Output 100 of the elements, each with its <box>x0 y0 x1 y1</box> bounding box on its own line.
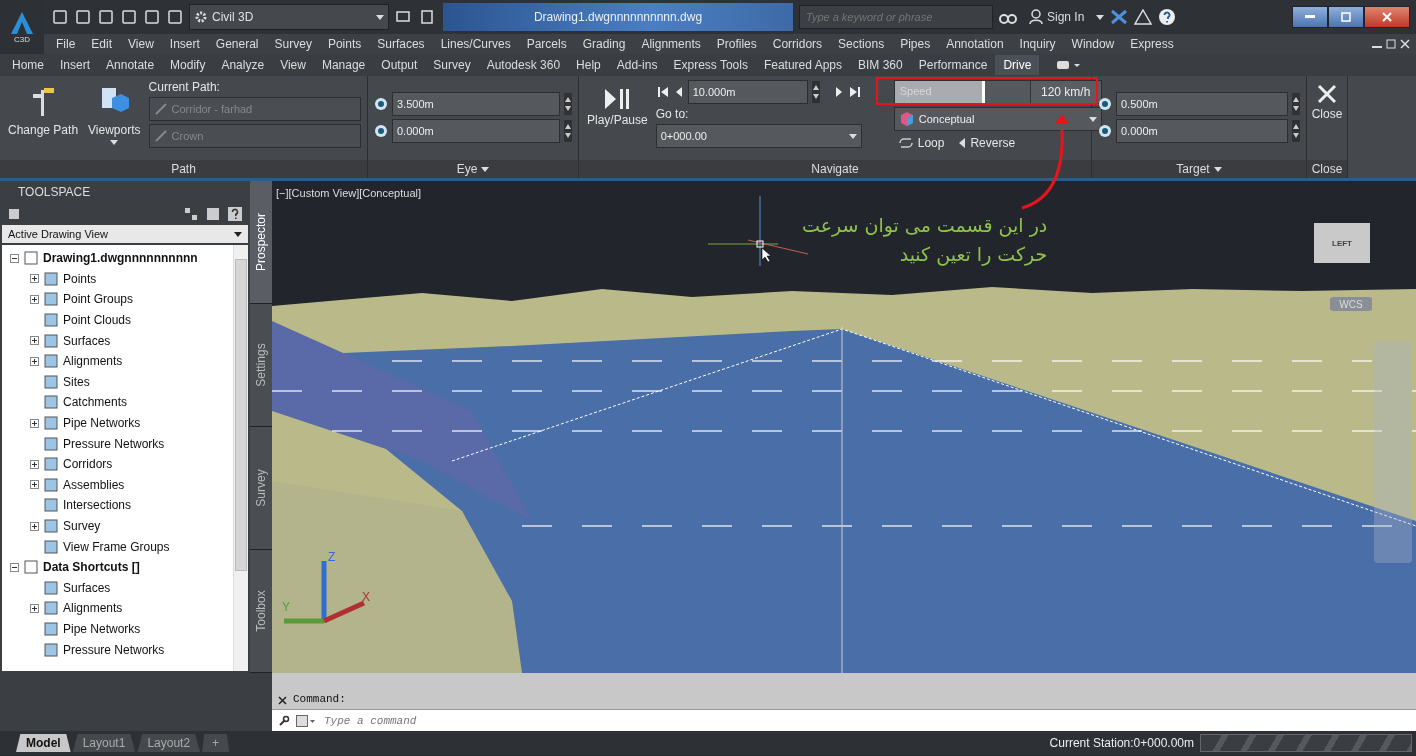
tree-item[interactable]: Sites <box>63 371 90 393</box>
ribbon-tab[interactable]: Output <box>373 55 426 75</box>
tree-item[interactable]: Data Shortcuts [] <box>43 556 140 578</box>
tree-item[interactable]: View Frame Groups <box>63 536 170 557</box>
sign-in-button[interactable]: Sign In <box>1023 8 1091 26</box>
close-icon[interactable] <box>1364 6 1410 28</box>
tree-item[interactable]: Surfaces <box>63 330 111 351</box>
ribbon-tab[interactable]: View <box>272 55 314 75</box>
panel-title[interactable]: Eye <box>368 160 578 178</box>
visual-style-dropdown[interactable]: Conceptual <box>893 107 1102 131</box>
eye-field[interactable]: 3.500m <box>392 92 560 116</box>
tree-item[interactable]: Pipe Networks <box>63 618 141 640</box>
workspace-dropdown[interactable]: Civil 3D <box>189 4 389 30</box>
expander-icon[interactable] <box>30 480 39 490</box>
exchange-icon[interactable] <box>1110 9 1129 25</box>
tree-item[interactable]: Pressure Networks <box>63 639 165 660</box>
tree-item[interactable]: Alignments <box>63 350 123 372</box>
tree-item[interactable]: Pipe Networks <box>63 412 141 434</box>
menu-item[interactable]: Surfaces <box>369 37 433 51</box>
ribbon-tab[interactable]: Drive <box>995 55 1040 75</box>
spinner-arrows-icon[interactable] <box>564 93 572 115</box>
ribbon-tab[interactable]: Insert <box>52 55 99 75</box>
layout-tab[interactable]: Layout2 <box>137 734 201 752</box>
spinner-arrows-icon[interactable] <box>564 120 572 142</box>
wrench-icon[interactable] <box>278 714 290 727</box>
side-tab[interactable]: Settings <box>250 304 272 427</box>
tree-item[interactable]: Alignments <box>63 598 123 619</box>
viewports-button[interactable]: Viewports <box>86 80 143 156</box>
tree-item[interactable]: Survey <box>63 515 101 537</box>
change-path-button[interactable]: Change Path <box>6 80 81 156</box>
side-tab[interactable]: Toolbox <box>250 550 272 673</box>
expander-icon[interactable] <box>10 562 19 572</box>
ribbon-tab[interactable]: Performance <box>910 55 996 75</box>
ribbon-tab[interactable]: Manage <box>313 55 374 75</box>
ribbon-tab[interactable]: Featured Apps <box>755 55 850 75</box>
layout-tab[interactable]: Layout1 <box>72 734 136 752</box>
tree-item[interactable]: Pressure Networks <box>63 433 165 454</box>
menu-item[interactable]: Survey <box>266 37 320 51</box>
close-button[interactable]: Close <box>1309 80 1345 156</box>
panel-title[interactable]: Target <box>1092 160 1306 178</box>
prompt-icon[interactable] <box>296 714 316 727</box>
spinner-arrows-icon[interactable] <box>811 81 820 103</box>
side-tab[interactable]: Survey <box>250 427 272 550</box>
spinner-arrows-icon[interactable] <box>1292 120 1300 142</box>
ribbon-tab[interactable]: Survey <box>425 55 479 75</box>
ribbon-tab[interactable]: Analyze <box>213 55 273 75</box>
expander-icon[interactable] <box>30 521 39 531</box>
tree-item[interactable]: Drawing1.dwgnnnnnnnnnn <box>43 248 198 269</box>
layout-tab[interactable]: + <box>202 734 230 752</box>
spinner-arrows-icon[interactable] <box>1292 93 1300 115</box>
help-icon[interactable] <box>228 207 242 221</box>
scrollbar[interactable] <box>233 245 248 671</box>
panel-toggle-icon[interactable] <box>1057 60 1082 70</box>
menu-item[interactable]: Lines/Curves <box>432 37 519 51</box>
eye-field[interactable]: 0.000m <box>392 119 560 143</box>
tree-item[interactable]: Surfaces <box>63 577 111 599</box>
step-field[interactable]: 10.000m <box>687 80 808 104</box>
view-dropdown[interactable]: Active Drawing View <box>2 225 248 243</box>
ribbon-tab[interactable]: Home <box>4 55 52 75</box>
expander-icon[interactable] <box>30 418 39 428</box>
skip-start-icon[interactable] <box>655 85 670 99</box>
expander-icon[interactable] <box>30 336 39 346</box>
help-icon[interactable] <box>1158 8 1177 26</box>
ribbon-tab[interactable]: BIM 360 <box>850 55 911 75</box>
play-pause-button[interactable]: Play/Pause <box>585 80 650 156</box>
expander-icon[interactable] <box>10 253 19 263</box>
menu-item[interactable]: Profiles <box>708 37 765 51</box>
tree-item[interactable]: Points <box>63 268 97 290</box>
menu-item[interactable]: Edit <box>83 37 121 51</box>
ribbon-tab[interactable]: Express Tools <box>665 55 756 75</box>
reverse-button[interactable]: Reverse <box>958 136 1016 150</box>
expander-icon[interactable] <box>30 356 39 366</box>
skip-end-icon[interactable] <box>847 85 862 99</box>
expander-icon[interactable] <box>30 459 39 469</box>
application-menu-button[interactable]: C3D <box>0 0 44 54</box>
target-field[interactable]: 0.500m <box>1116 92 1288 116</box>
loop-button[interactable]: Loop <box>897 136 945 150</box>
restore-icon[interactable] <box>1328 6 1364 28</box>
menu-item[interactable]: View <box>120 37 162 51</box>
hierarchy-icon[interactable] <box>184 207 198 221</box>
ribbon-tab[interactable]: Autodesk 360 <box>478 55 569 75</box>
ribbon-tab[interactable]: Annotate <box>98 55 163 75</box>
menu-item[interactable]: Points <box>319 37 370 51</box>
menu-item[interactable]: Sections <box>830 37 893 51</box>
expander-icon[interactable] <box>30 603 39 613</box>
viewport-label[interactable]: [−][Custom View][Conceptual] <box>276 187 421 199</box>
side-tab[interactable]: Prospector <box>250 181 272 304</box>
tree-item[interactable]: Assemblies <box>63 474 125 496</box>
tree-item[interactable]: Catchments <box>63 392 128 413</box>
close-icon[interactable] <box>278 696 287 706</box>
menu-item[interactable]: Parcels <box>518 37 575 51</box>
tree-item[interactable]: Intersections <box>63 495 132 516</box>
expander-icon[interactable] <box>30 295 39 304</box>
menu-item[interactable]: Annotation <box>938 37 1012 51</box>
layout-tab[interactable]: Model <box>16 734 71 752</box>
menu-item[interactable]: File <box>48 37 84 51</box>
menu-item[interactable]: Pipes <box>892 37 939 51</box>
tree-item[interactable]: Point Clouds <box>63 309 132 331</box>
triangle-logo-icon[interactable] <box>1134 9 1153 25</box>
menu-item[interactable]: Corridors <box>764 37 831 51</box>
